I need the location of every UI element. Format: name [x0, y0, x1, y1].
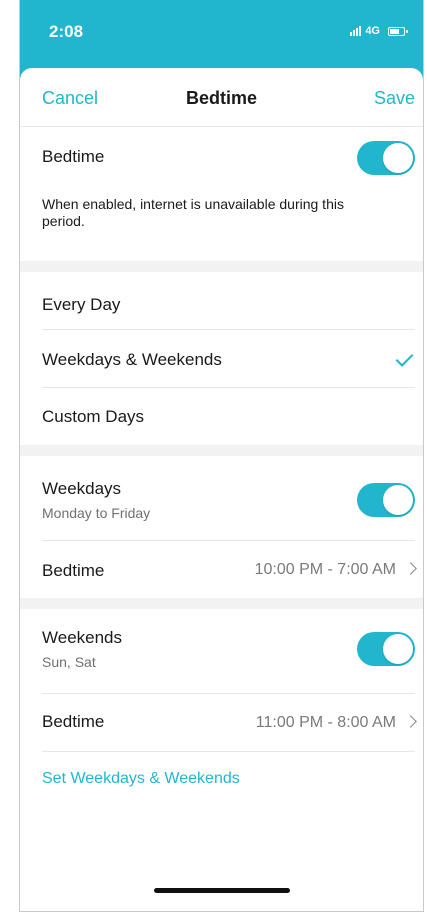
- checkmark-icon: [395, 349, 414, 367]
- status-indicators: 4G: [350, 25, 408, 37]
- chevron-right-icon: [404, 715, 417, 728]
- weekends-bedtime-row[interactable]: Bedtime 11:00 PM - 8:00 AM: [42, 694, 423, 751]
- network-type: 4G: [365, 25, 380, 37]
- weekdays-label: Weekdays: [42, 479, 122, 498]
- option-custom-days[interactable]: Custom Days: [42, 388, 423, 445]
- weekends-label: Weekends: [42, 628, 123, 647]
- bedtime-toggle[interactable]: [357, 141, 415, 175]
- signal-icon: [350, 26, 362, 36]
- bedtime-description-row: When enabled, internet is unavailable du…: [42, 189, 423, 261]
- phone-screen: 2:08 4G Cancel Bedtime Save Bedtime When…: [19, 0, 424, 912]
- set-weekdays-weekends-link[interactable]: Set Weekdays & Weekends: [42, 770, 240, 788]
- weekends-bedtime-value-group[interactable]: 11:00 PM - 8:00 AM: [255, 694, 417, 751]
- bedtime-label: Bedtime: [42, 147, 105, 166]
- option-weekdays-weekends[interactable]: Weekdays & Weekends: [42, 330, 423, 387]
- weekdays-sublabel: Monday to Friday: [42, 505, 151, 521]
- battery-icon: [388, 26, 408, 36]
- save-button[interactable]: Save: [374, 88, 415, 109]
- bedtime-sheet: Cancel Bedtime Save Bedtime When enabled…: [20, 68, 423, 911]
- set-link-row: Set Weekdays & Weekends: [42, 752, 423, 792]
- weekdays-bedtime-value-group[interactable]: 10:00 PM - 7:00 AM: [254, 541, 417, 598]
- option-label: Weekdays & Weekends: [42, 350, 222, 369]
- weekdays-bedtime-row[interactable]: Bedtime 10:00 PM - 7:00 AM: [42, 541, 423, 598]
- section-gap: [20, 598, 423, 609]
- page-title: Bedtime: [185, 88, 257, 108]
- weekends-toggle[interactable]: [357, 632, 415, 666]
- bedtime-description: When enabled, internet is unavailable du…: [42, 196, 344, 229]
- home-indicator[interactable]: [154, 888, 290, 893]
- weekends-bedtime-label: Bedtime: [42, 712, 105, 731]
- option-label: Custom Days: [42, 407, 145, 426]
- weekdays-toggle[interactable]: [357, 483, 415, 517]
- nav-bar: Cancel Bedtime Save: [20, 68, 423, 127]
- weekends-bedtime-value: 11:00 PM - 8:00 AM: [255, 713, 396, 731]
- weekends-sublabel: Sun, Sat: [42, 654, 96, 670]
- bedtime-row: Bedtime: [42, 127, 423, 189]
- weekdays-row: Weekdays Monday to Friday: [42, 456, 423, 540]
- toggle-knob: [383, 485, 413, 515]
- section-gap: [20, 261, 423, 272]
- chevron-right-icon: [404, 562, 417, 575]
- toggle-knob: [383, 634, 413, 664]
- option-label: Every Day: [42, 295, 121, 314]
- weekdays-bedtime-value: 10:00 PM - 7:00 AM: [254, 560, 396, 578]
- weekdays-bedtime-label: Bedtime: [42, 561, 105, 580]
- weekends-row: Weekends Sun, Sat: [42, 609, 423, 693]
- option-every-day[interactable]: Every Day: [42, 272, 423, 329]
- toggle-knob: [383, 143, 413, 173]
- section-gap: [20, 445, 423, 456]
- status-time: 2:08: [49, 22, 84, 41]
